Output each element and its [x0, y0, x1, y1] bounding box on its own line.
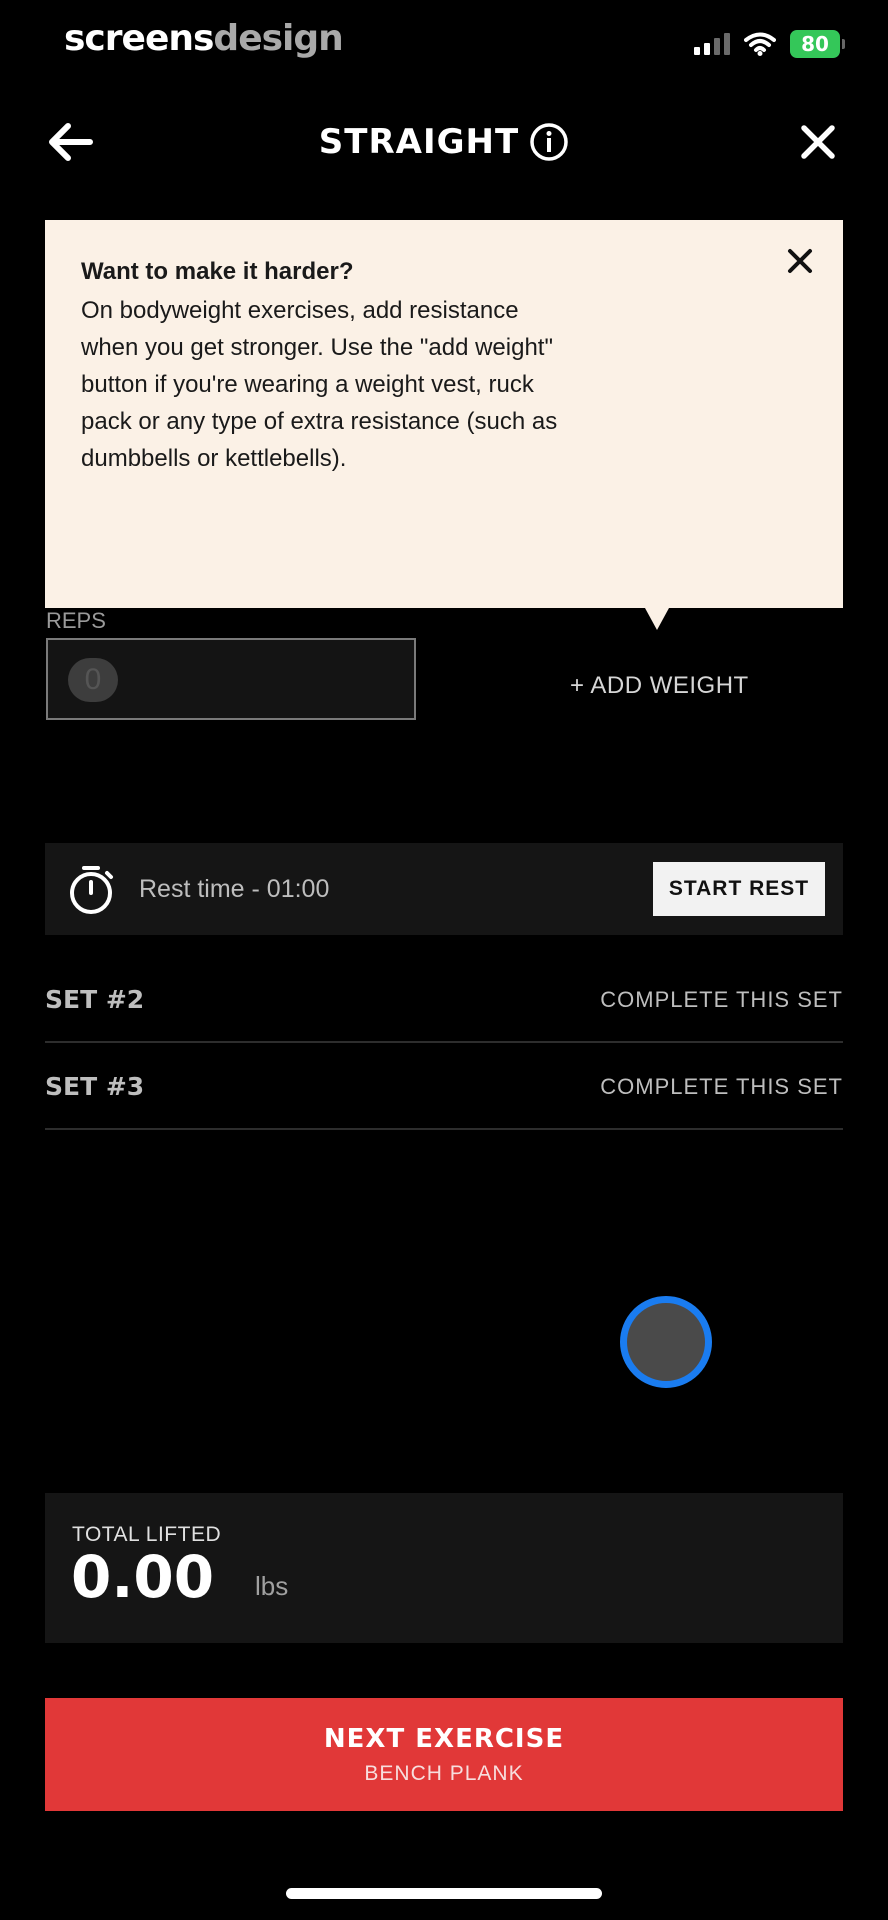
- complete-set-button[interactable]: COMPLETE THIS SET: [600, 1074, 843, 1100]
- page-title: STRAIGHT: [318, 122, 520, 162]
- add-weight-button[interactable]: + ADD WEIGHT: [570, 672, 749, 700]
- total-lifted-panel: TOTAL LIFTED 0.00 lbs: [45, 1493, 843, 1643]
- watermark-part-2: design: [213, 18, 343, 59]
- info-icon[interactable]: [529, 122, 569, 162]
- watermark-logo: screensdesign: [64, 18, 344, 59]
- complete-set-button[interactable]: COMPLETE THIS SET: [600, 987, 843, 1013]
- set-label: SET #2: [45, 985, 145, 1014]
- total-lifted-value: 0.00: [71, 1543, 215, 1611]
- rest-time-text: Rest time - 01:00: [139, 875, 330, 903]
- set-row: SET #3 COMPLETE THIS SET: [45, 1042, 843, 1130]
- next-exercise-label: NEXT EXERCISE: [323, 1724, 565, 1754]
- set-label: SET #3: [45, 1072, 145, 1101]
- stopwatch-icon: [70, 866, 113, 914]
- total-lifted-unit: lbs: [255, 1571, 289, 1601]
- status-icons: 80: [694, 30, 845, 58]
- tooltip-title: Want to make it harder?: [81, 258, 354, 285]
- home-indicator[interactable]: [286, 1888, 602, 1899]
- nav-bar: STRAIGHT: [0, 110, 888, 174]
- reps-input[interactable]: 0: [46, 638, 416, 720]
- status-bar: screensdesign 80: [0, 0, 888, 90]
- close-icon[interactable]: [798, 122, 838, 162]
- tooltip-close-icon[interactable]: [785, 246, 815, 276]
- signal-icon: [694, 33, 730, 55]
- hint-tooltip: Want to make it harder? On bodyweight ex…: [45, 220, 843, 630]
- tooltip-body: On bodyweight exercises, add resistance …: [81, 297, 558, 472]
- reps-label: REPS: [46, 608, 106, 633]
- start-rest-button[interactable]: START REST: [653, 862, 825, 916]
- rest-panel: Rest time - 01:00 START REST: [45, 843, 843, 935]
- battery-level: 80: [801, 32, 829, 56]
- next-exercise-button[interactable]: NEXT EXERCISE BENCH PLANK: [45, 1698, 843, 1811]
- set-row: SET #2 COMPLETE THIS SET: [45, 955, 843, 1043]
- touch-indicator: [620, 1296, 712, 1388]
- watermark-part-1: screens: [64, 18, 214, 59]
- reps-value: 0: [68, 658, 118, 702]
- next-exercise-name: BENCH PLANK: [364, 1762, 524, 1785]
- wifi-icon: [744, 32, 776, 56]
- battery-icon: 80: [790, 30, 845, 58]
